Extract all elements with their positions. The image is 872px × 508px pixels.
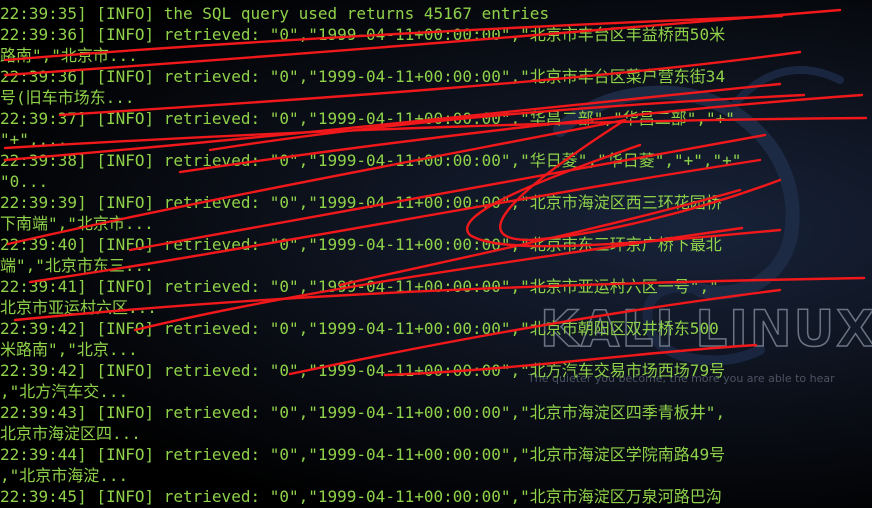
red-scribble-redaction [3,8,868,377]
terminal-window[interactable]: KALI LINUX The quieter you become, the m… [0,0,872,508]
